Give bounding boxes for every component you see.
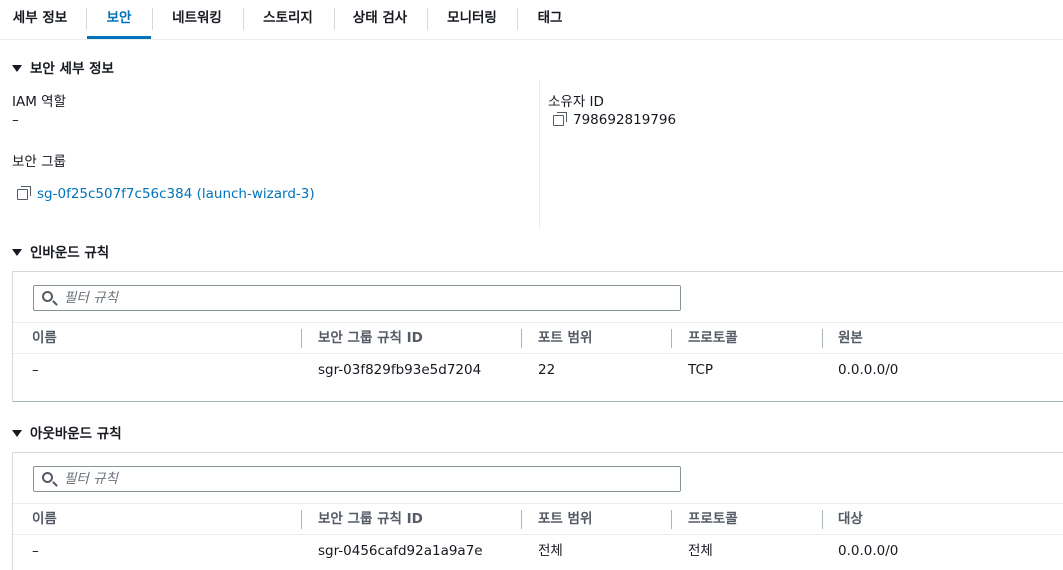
tab-tags[interactable]: 태그 bbox=[530, 0, 570, 39]
column-resizer[interactable] bbox=[301, 329, 302, 348]
column-header-name[interactable]: 이름 bbox=[32, 504, 57, 534]
column-resizer[interactable] bbox=[301, 510, 302, 529]
inbound-table-header: 이름 보안 그룹 규칙 ID 포트 범위 프로토콜 원본 bbox=[13, 322, 1063, 354]
column-header-source[interactable]: 원본 bbox=[838, 323, 863, 353]
column-resizer[interactable] bbox=[671, 510, 672, 529]
tab-monitoring[interactable]: 모니터링 bbox=[440, 0, 504, 39]
tab-storage[interactable]: 스토리지 bbox=[256, 0, 320, 39]
column-header-port-range[interactable]: 포트 범위 bbox=[538, 504, 592, 534]
column-header-destination[interactable]: 대상 bbox=[838, 504, 863, 534]
cell-port-range: 22 bbox=[538, 362, 556, 378]
column-header-rule-id[interactable]: 보안 그룹 규칙 ID bbox=[318, 504, 423, 534]
security-group-row: sg-0f25c507f7c56c384 (launch-wizard-3) bbox=[17, 186, 315, 202]
owner-id-label: 소유자 ID bbox=[548, 94, 604, 110]
column-header-name[interactable]: 이름 bbox=[32, 323, 57, 353]
inbound-rules-title: 인바운드 규칙 bbox=[30, 245, 110, 261]
column-resizer[interactable] bbox=[822, 510, 823, 529]
copy-icon[interactable] bbox=[553, 112, 567, 126]
security-group-link[interactable]: sg-0f25c507f7c56c384 (launch-wizard-3) bbox=[37, 186, 315, 202]
cell-destination: 0.0.0.0/0 bbox=[838, 543, 899, 559]
caret-down-icon bbox=[12, 249, 22, 256]
owner-id-row: 798692819796 bbox=[553, 112, 676, 128]
column-resizer[interactable] bbox=[671, 329, 672, 348]
tab-separator bbox=[427, 8, 428, 30]
security-details-header[interactable]: 보안 세부 정보 bbox=[12, 57, 114, 77]
inbound-search-input[interactable] bbox=[64, 288, 664, 308]
search-icon bbox=[42, 472, 53, 483]
cell-port-range: 전체 bbox=[538, 543, 563, 559]
outbound-rules-title: 아웃바운드 규칙 bbox=[30, 426, 122, 442]
column-divider bbox=[539, 80, 540, 228]
inbound-rules-header[interactable]: 인바운드 규칙 bbox=[12, 241, 109, 261]
caret-down-icon bbox=[12, 65, 22, 72]
security-group-label: 보안 그룹 bbox=[12, 154, 66, 170]
column-header-protocol[interactable]: 프로토콜 bbox=[688, 323, 738, 353]
outbound-rules-header[interactable]: 아웃바운드 규칙 bbox=[12, 422, 122, 442]
inbound-rules-panel: 이름 보안 그룹 규칙 ID 포트 범위 프로토콜 원본 – sgr-03f82… bbox=[12, 271, 1063, 402]
column-header-port-range[interactable]: 포트 범위 bbox=[538, 323, 592, 353]
table-row[interactable]: – sgr-03f829fb93e5d7204 22 TCP 0.0.0.0/0 bbox=[13, 354, 1063, 386]
tab-separator bbox=[334, 8, 335, 30]
copy-icon[interactable] bbox=[17, 186, 31, 200]
security-details-title: 보안 세부 정보 bbox=[30, 61, 114, 77]
column-resizer[interactable] bbox=[822, 329, 823, 348]
iam-role-value: – bbox=[12, 112, 19, 128]
outbound-table-header: 이름 보안 그룹 규칙 ID 포트 범위 프로토콜 대상 bbox=[13, 503, 1063, 535]
column-header-protocol[interactable]: 프로토콜 bbox=[688, 504, 738, 534]
cell-source: 0.0.0.0/0 bbox=[838, 362, 899, 378]
tab-bar: 세부 정보 보안 네트워킹 스토리지 상태 검사 모니터링 태그 bbox=[0, 0, 1063, 40]
tab-status-checks[interactable]: 상태 검사 bbox=[346, 0, 414, 39]
column-header-rule-id[interactable]: 보안 그룹 규칙 ID bbox=[318, 323, 423, 353]
iam-role-label: IAM 역할 bbox=[12, 94, 66, 110]
cell-name: – bbox=[32, 543, 39, 559]
search-icon bbox=[42, 291, 53, 302]
owner-id-value: 798692819796 bbox=[573, 112, 677, 128]
tab-security[interactable]: 보안 bbox=[87, 0, 151, 39]
cell-protocol: TCP bbox=[688, 362, 714, 378]
cell-rule-id: sgr-03f829fb93e5d7204 bbox=[318, 362, 482, 378]
cell-rule-id: sgr-0456cafd92a1a9a7e bbox=[318, 543, 483, 559]
outbound-search-input[interactable] bbox=[64, 469, 664, 489]
outbound-rules-panel: 이름 보안 그룹 규칙 ID 포트 범위 프로토콜 대상 – sgr-0456c… bbox=[12, 452, 1063, 570]
cell-protocol: 전체 bbox=[688, 543, 713, 559]
caret-down-icon bbox=[12, 430, 22, 437]
inbound-search-box bbox=[33, 285, 681, 311]
table-row[interactable]: – sgr-0456cafd92a1a9a7e 전체 전체 0.0.0.0/0 bbox=[13, 535, 1063, 567]
outbound-search-box bbox=[33, 466, 681, 492]
tab-networking[interactable]: 네트워킹 bbox=[165, 0, 229, 39]
column-resizer[interactable] bbox=[521, 510, 522, 529]
tab-separator bbox=[517, 8, 518, 30]
column-resizer[interactable] bbox=[521, 329, 522, 348]
tab-separator bbox=[243, 8, 244, 30]
tab-details[interactable]: 세부 정보 bbox=[12, 0, 68, 39]
cell-name: – bbox=[32, 362, 39, 378]
tab-separator bbox=[152, 8, 153, 30]
